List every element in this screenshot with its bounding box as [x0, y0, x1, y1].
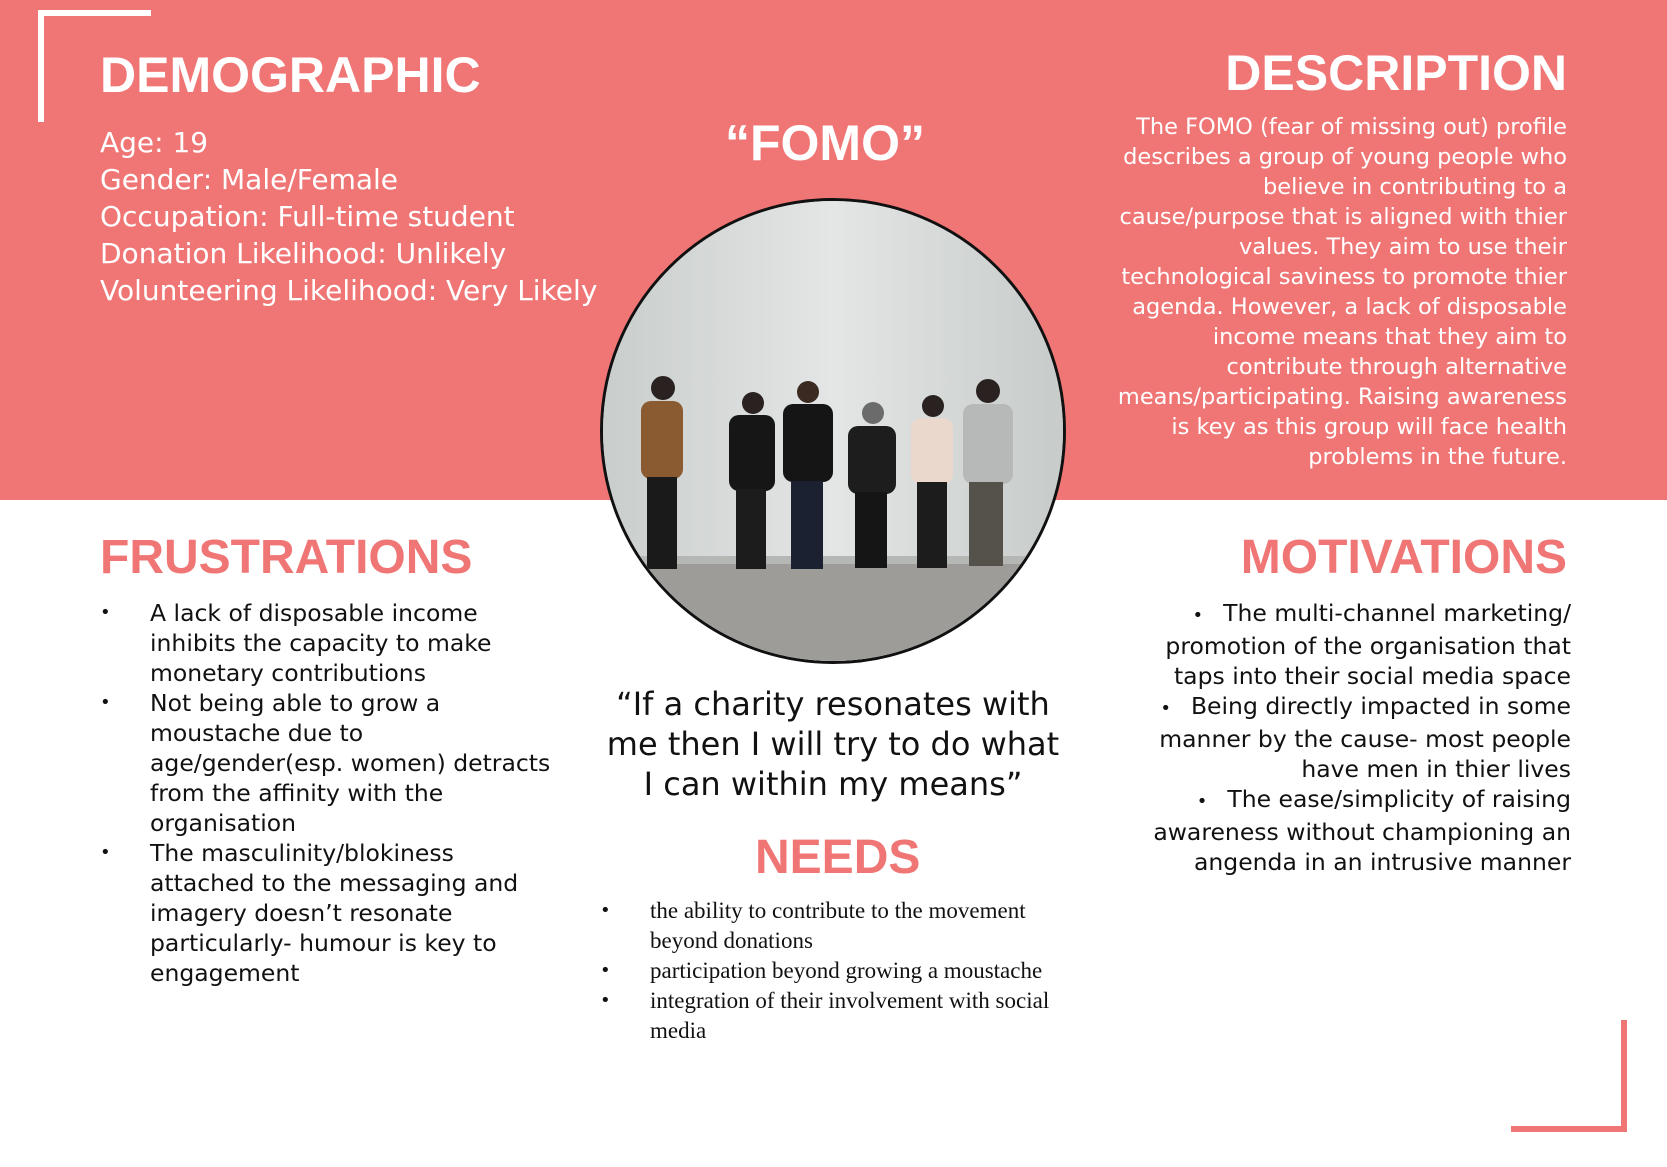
- description-text: The FOMO (fear of missing out) profile d…: [1117, 114, 1567, 470]
- demographic-gender: Gender: Male/Female: [100, 163, 399, 196]
- need-item: the ability to contribute to the movemen…: [600, 896, 1090, 956]
- demographic-volunteering-likelihood: Volunteering Likelihood: Very Likely: [100, 274, 598, 307]
- demographic-age: Age: 19: [100, 126, 209, 159]
- group-of-young-people-photo-icon: [603, 201, 1063, 661]
- needs-list: the ability to contribute to the movemen…: [600, 896, 1090, 1046]
- needs-heading: NEEDS: [755, 831, 921, 884]
- need-item: integration of their involvement with so…: [600, 986, 1090, 1046]
- motivation-item: The ease/simplicity of raising awareness…: [1111, 784, 1571, 877]
- motivation-item: Being directly impacted in some manner b…: [1111, 691, 1571, 784]
- group-photo: [600, 198, 1066, 664]
- corner-frame-top-left-vertical: [38, 10, 44, 122]
- motivations-list: The multi-channel marketing/ promotion o…: [1111, 598, 1571, 877]
- frustrations-heading: FRUSTRATIONS: [100, 531, 473, 584]
- persona-quote: “If a charity resonates with me then I w…: [606, 685, 1060, 803]
- frustration-item: Not being able to grow a moustache due t…: [100, 688, 560, 838]
- motivations-heading: MOTIVATIONS: [1240, 531, 1567, 584]
- persona-name: “FOMO”: [725, 115, 925, 171]
- demographic-list: Age: 19 Gender: Male/Female Occupation: …: [100, 124, 597, 309]
- corner-frame-bottom-right-vertical: [1621, 1020, 1627, 1132]
- demographic-occupation: Occupation: Full-time student: [100, 200, 515, 233]
- corner-frame-top-left: [38, 10, 151, 16]
- need-item: participation beyond growing a moustache: [600, 956, 1090, 986]
- demographic-donation-likelihood: Donation Likelihood: Unlikely: [100, 237, 507, 270]
- frustration-item: The masculinity/blokiness attached to th…: [100, 838, 560, 988]
- corner-frame-bottom-right: [1511, 1126, 1627, 1132]
- motivation-item: The multi-channel marketing/ promotion o…: [1111, 598, 1571, 691]
- demographic-heading: DEMOGRAPHIC: [100, 47, 481, 103]
- frustrations-list: A lack of disposable income inhibits the…: [100, 598, 560, 988]
- description-heading: DESCRIPTION: [1225, 45, 1567, 101]
- frustration-item: A lack of disposable income inhibits the…: [100, 598, 560, 688]
